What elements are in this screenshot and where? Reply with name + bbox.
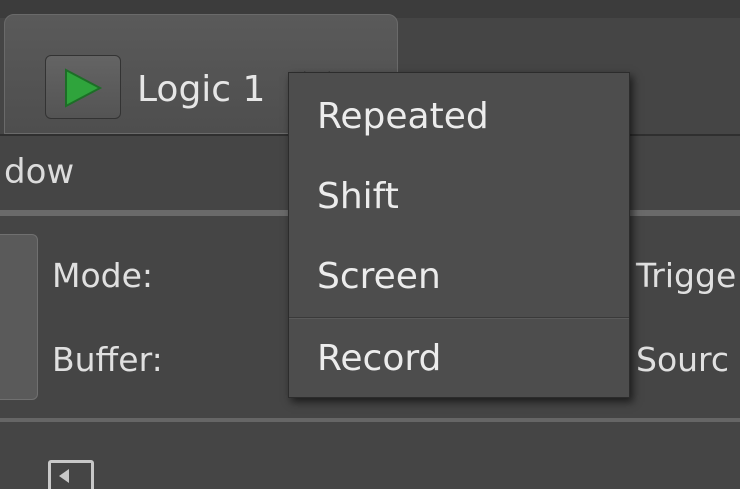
bottom-separator: [0, 418, 740, 422]
back-arrow: [59, 469, 69, 483]
menu-item-screen[interactable]: Screen: [289, 237, 629, 317]
trigger-label: Trigge: [636, 256, 737, 295]
play-icon: [65, 68, 103, 108]
mode-label: Mode:: [52, 256, 154, 295]
buffer-label: Buffer:: [52, 340, 163, 379]
source-label: Sourc: [636, 340, 730, 379]
menu-item-record[interactable]: Record: [289, 319, 629, 399]
back-icon[interactable]: [48, 460, 94, 489]
menu-item-shift[interactable]: Shift: [289, 157, 629, 237]
menu-item-repeated[interactable]: Repeated: [289, 77, 629, 157]
logic-label: Logic 1: [137, 69, 266, 110]
window-label: dow: [4, 152, 75, 192]
dropdown-menu: Repeated Shift Screen Record: [288, 72, 630, 398]
side-panel[interactable]: [0, 234, 38, 400]
play-button[interactable]: [45, 55, 121, 119]
